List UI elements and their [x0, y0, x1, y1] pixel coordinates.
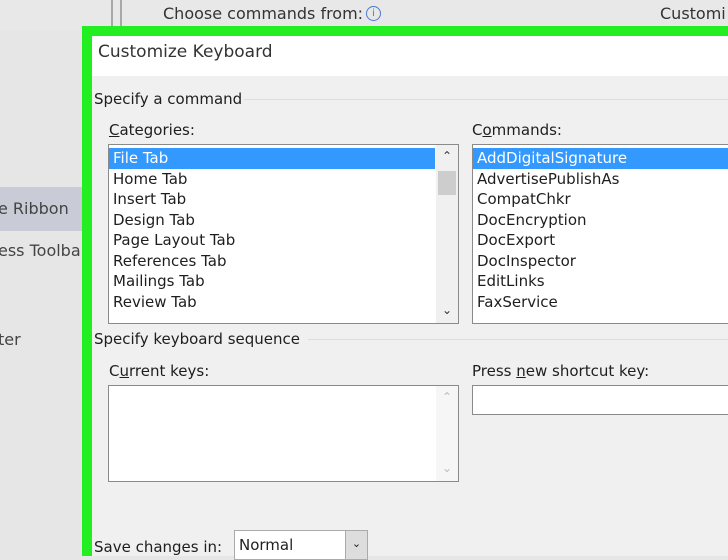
- category-item[interactable]: References Tab: [109, 251, 435, 272]
- command-item[interactable]: DocExport: [473, 230, 728, 251]
- command-item[interactable]: DocInspector: [473, 251, 728, 272]
- categories-list[interactable]: File Tab Home Tab Insert Tab Design Tab …: [108, 144, 459, 324]
- info-icon[interactable]: i: [366, 6, 381, 21]
- category-item[interactable]: Review Tab: [109, 292, 435, 313]
- scroll-down-icon[interactable]: ⌄: [436, 461, 458, 475]
- sidebar-item-quick-access-toolbar[interactable]: ess Toolba: [0, 241, 81, 260]
- category-item[interactable]: Insert Tab: [109, 189, 435, 210]
- command-item[interactable]: EditLinks: [473, 271, 728, 292]
- group-divider: [244, 99, 728, 100]
- command-item[interactable]: CompatChkr: [473, 189, 728, 210]
- specify-command-group-label: Specify a command: [94, 90, 243, 108]
- sidebar-item-customize-ribbon[interactable]: e Ribbon: [0, 199, 69, 218]
- scrollbar-thumb[interactable]: [438, 171, 456, 195]
- scroll-down-icon[interactable]: ⌄: [436, 303, 458, 317]
- command-item[interactable]: FaxService: [473, 292, 728, 313]
- command-item[interactable]: AddDigitalSignature: [473, 148, 728, 169]
- specify-sequence-group-label: Specify keyboard sequence: [94, 330, 300, 348]
- save-changes-label: Save changes in:: [94, 538, 223, 556]
- save-changes-select[interactable]: Normal ⌄: [234, 530, 368, 560]
- scroll-up-icon[interactable]: ⌃: [436, 390, 458, 404]
- command-item[interactable]: DocEncryption: [473, 210, 728, 231]
- sidebar-item-trust-center[interactable]: ter: [0, 330, 21, 349]
- scroll-up-icon[interactable]: ⌃: [436, 149, 458, 163]
- new-shortcut-label: Press new shortcut key:: [472, 362, 650, 380]
- commands-label: Commands:: [472, 121, 562, 139]
- new-shortcut-input[interactable]: [472, 385, 728, 415]
- categories-scrollbar[interactable]: ⌃ ⌄: [436, 145, 458, 323]
- category-item[interactable]: File Tab: [109, 148, 435, 169]
- current-keys-label: Current keys:: [109, 362, 210, 380]
- customize-ribbon-label: Customi: [660, 4, 726, 23]
- current-keys-scrollbar[interactable]: ⌃ ⌄: [436, 386, 458, 481]
- category-item[interactable]: Home Tab: [109, 169, 435, 190]
- group-divider: [308, 339, 728, 340]
- category-item[interactable]: Page Layout Tab: [109, 230, 435, 251]
- customize-keyboard-dialog: Customize Keyboard Specify a command Cat…: [82, 26, 728, 560]
- chevron-down-icon[interactable]: ⌄: [345, 531, 367, 559]
- save-changes-value: Normal: [239, 536, 294, 554]
- current-keys-list[interactable]: ⌃ ⌄: [108, 385, 459, 482]
- categories-label: Categories:: [109, 121, 195, 139]
- commands-list[interactable]: AddDigitalSignature AdvertisePublishAs C…: [472, 144, 728, 324]
- category-item[interactable]: Mailings Tab: [109, 271, 435, 292]
- dialog-title: Customize Keyboard: [92, 36, 728, 76]
- choose-commands-label: Choose commands from:: [163, 4, 364, 23]
- category-item[interactable]: Design Tab: [109, 210, 435, 231]
- command-item[interactable]: AdvertisePublishAs: [473, 169, 728, 190]
